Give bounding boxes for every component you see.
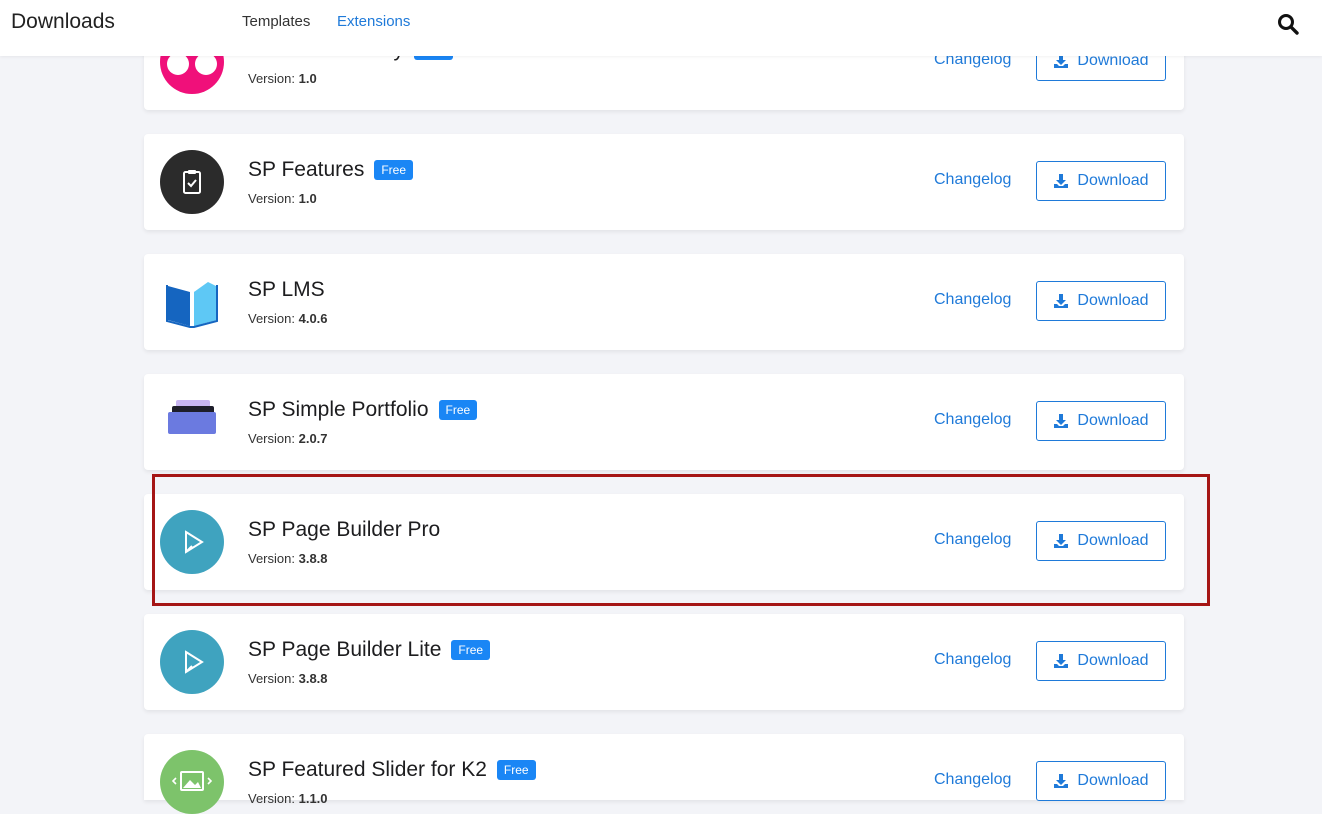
- extension-title-row: SP Featured Slider for K2 Free: [248, 758, 536, 782]
- version-label: Version:: [248, 791, 295, 806]
- download-label: Download: [1077, 772, 1149, 789]
- extension-name: SP LMS: [248, 278, 325, 301]
- extension-name: SP Featured Slider for K2: [248, 758, 487, 781]
- version-label: Version:: [248, 671, 295, 686]
- extension-title-row: SP Page Builder Pro: [248, 518, 440, 542]
- nav-extensions[interactable]: Extensions: [337, 13, 410, 30]
- extension-card: SP Featured Slider for K2 Free Version: …: [144, 734, 1184, 814]
- extension-name: SP Page Builder Pro: [248, 518, 441, 541]
- extension-title-row: SP Simple Portfolio Free: [248, 398, 478, 422]
- download-button[interactable]: Download: [1036, 761, 1166, 801]
- extension-card: SP Features Free Version: 1.0 Changelog …: [144, 134, 1184, 230]
- extension-version: Version: 3.8.8: [248, 551, 328, 566]
- download-button[interactable]: Download: [1036, 161, 1166, 201]
- free-badge: Free: [374, 160, 414, 180]
- extension-name: SP Page Builder Lite: [248, 638, 442, 661]
- version-label: Version:: [248, 311, 295, 326]
- download-label: Download: [1077, 652, 1149, 669]
- extension-title-row: SP LMS: [248, 278, 325, 302]
- version-label: Version:: [248, 431, 295, 446]
- download-button[interactable]: Download: [1036, 521, 1166, 561]
- page-builder-icon: [160, 510, 224, 574]
- changelog-link[interactable]: Changelog: [934, 651, 1011, 669]
- version-number: 1.0: [298, 71, 317, 86]
- version-label: Version:: [248, 71, 295, 86]
- changelog-link[interactable]: Changelog: [934, 531, 1011, 549]
- download-icon: [1054, 294, 1069, 308]
- nav-templates[interactable]: Templates: [242, 13, 310, 30]
- version-label: Version:: [248, 551, 295, 566]
- version-number: 3.8.8: [298, 671, 328, 686]
- extension-title-row: SP Page Builder Lite Free: [248, 638, 491, 662]
- extension-version: Version: 1.1.0: [248, 791, 328, 806]
- changelog-link[interactable]: Changelog: [934, 291, 1011, 309]
- download-label: Download: [1077, 532, 1149, 549]
- version-number: 1.1.0: [298, 791, 328, 806]
- download-icon: [1054, 174, 1069, 188]
- free-badge: Free: [496, 760, 536, 780]
- top-header: Downloads Templates Extensions: [0, 0, 1322, 56]
- download-button[interactable]: Download: [1036, 641, 1166, 681]
- extension-name: SP Simple Portfolio: [248, 398, 429, 421]
- extension-name: SP Features: [248, 158, 365, 181]
- changelog-link[interactable]: Changelog: [934, 771, 1011, 789]
- clipboard-check-icon: [160, 150, 224, 214]
- extension-card: SP Page Builder Pro Version: 3.8.8 Chang…: [144, 494, 1184, 590]
- extension-card: SP Page Builder Lite Free Version: 3.8.8…: [144, 614, 1184, 710]
- download-icon: [1054, 774, 1069, 788]
- extension-card: SP LMS Version: 4.0.6 Changelog Download: [144, 254, 1184, 350]
- extension-version: Version: 4.0.6: [248, 311, 328, 326]
- changelog-link[interactable]: Changelog: [934, 411, 1011, 429]
- download-icon: [1054, 654, 1069, 668]
- free-badge: Free: [438, 400, 478, 420]
- portfolio-stack-icon: [160, 390, 224, 454]
- download-button[interactable]: Download: [1036, 281, 1166, 321]
- open-book-icon: [160, 270, 224, 334]
- download-icon: [1054, 414, 1069, 428]
- extension-version: Version: 1.0: [248, 191, 317, 206]
- version-label: Version:: [248, 191, 295, 206]
- download-label: Download: [1077, 412, 1149, 429]
- download-button[interactable]: Download: [1036, 401, 1166, 441]
- search-button[interactable]: [1274, 10, 1302, 38]
- extension-version: Version: 3.8.8: [248, 671, 328, 686]
- download-icon: [1054, 534, 1069, 548]
- extension-version: Version: 2.0.7: [248, 431, 328, 446]
- download-label: Download: [1077, 292, 1149, 309]
- version-number: 3.8.8: [298, 551, 328, 566]
- image-slider-icon: [160, 750, 224, 814]
- changelog-link[interactable]: Changelog: [934, 171, 1011, 189]
- version-number: 2.0.7: [298, 431, 328, 446]
- version-number: 1.0: [298, 191, 317, 206]
- download-label: Download: [1077, 172, 1149, 189]
- version-number: 4.0.6: [298, 311, 328, 326]
- extension-title-row: SP Features Free: [248, 158, 414, 182]
- extension-version: Version: 1.0: [248, 71, 317, 86]
- page-builder-icon: [160, 630, 224, 694]
- extension-card: SP Simple Portfolio Free Version: 2.0.7 …: [144, 374, 1184, 470]
- page-title: Downloads: [11, 10, 115, 33]
- search-icon: [1278, 14, 1299, 35]
- free-badge: Free: [451, 640, 491, 660]
